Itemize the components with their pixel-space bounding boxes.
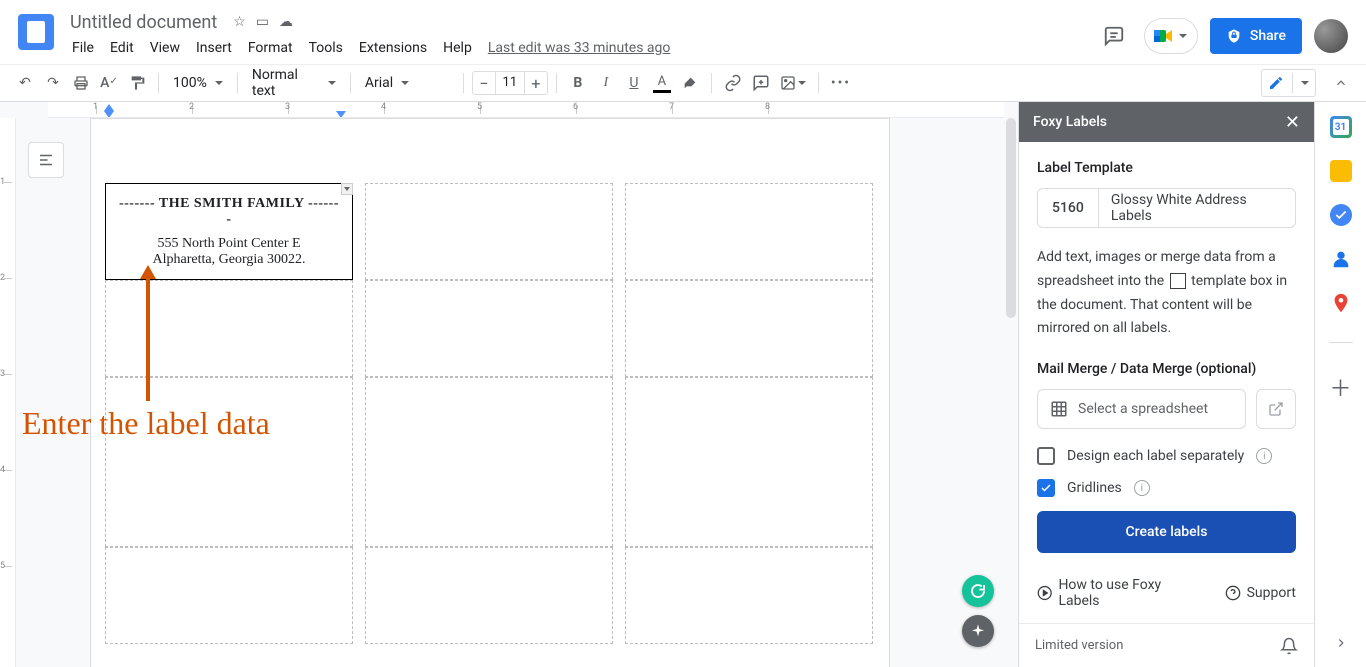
font-size-control: − 11 + bbox=[472, 71, 548, 95]
addon-sidebar: Foxy Labels ✕ Label Template 5160 Glossy… bbox=[1018, 102, 1314, 667]
label-cell[interactable] bbox=[625, 280, 873, 377]
app-header: Untitled document ☆ ▭ ☁ File Edit View I… bbox=[0, 0, 1366, 64]
side-panel-rail: 31 ＋ bbox=[1314, 102, 1366, 667]
info-icon[interactable]: i bbox=[1256, 448, 1272, 464]
insert-image-button[interactable] bbox=[776, 70, 810, 96]
highlight-button[interactable] bbox=[677, 70, 703, 96]
menu-view[interactable]: View bbox=[142, 36, 188, 60]
label-cell[interactable] bbox=[365, 280, 613, 377]
share-button[interactable]: Share bbox=[1210, 18, 1302, 54]
paragraph-style-dropdown[interactable]: Normal text bbox=[246, 67, 342, 99]
bold-button[interactable]: B bbox=[565, 70, 591, 96]
grammarly-icon[interactable] bbox=[962, 575, 994, 607]
font-size-value[interactable]: 11 bbox=[495, 72, 525, 94]
font-size-decrease[interactable]: − bbox=[473, 74, 495, 93]
label-cell[interactable] bbox=[625, 547, 873, 644]
label-cell[interactable] bbox=[365, 183, 613, 280]
menu-insert[interactable]: Insert bbox=[188, 36, 240, 60]
share-label: Share bbox=[1250, 28, 1286, 44]
outline-toggle-button[interactable] bbox=[28, 142, 64, 178]
calendar-icon[interactable]: 31 bbox=[1330, 116, 1352, 138]
support-link[interactable]: Support bbox=[1225, 577, 1296, 609]
label-cell[interactable] bbox=[625, 183, 873, 280]
menu-extensions[interactable]: Extensions bbox=[351, 36, 435, 60]
menu-help[interactable]: Help bbox=[435, 36, 480, 60]
insert-link-button[interactable] bbox=[720, 70, 746, 96]
sidebar-help-text: Add text, images or merge data from a sp… bbox=[1037, 246, 1296, 341]
vertical-ruler[interactable]: 1 2 3 4 5 bbox=[0, 118, 16, 667]
editing-mode-dropdown[interactable] bbox=[1261, 69, 1316, 97]
design-each-label: Design each label separately bbox=[1067, 448, 1244, 464]
document-title[interactable]: Untitled document bbox=[64, 12, 223, 33]
docs-logo[interactable] bbox=[18, 14, 54, 50]
howto-link[interactable]: How to use Foxy Labels bbox=[1037, 577, 1201, 609]
close-icon[interactable]: ✕ bbox=[1285, 112, 1300, 133]
gridlines-label: Gridlines bbox=[1067, 480, 1122, 496]
horizontal-ruler[interactable]: 1 2 3 4 5 6 7 8 bbox=[48, 102, 1004, 118]
design-each-checkbox[interactable] bbox=[1037, 447, 1055, 465]
font-size-increase[interactable]: + bbox=[525, 74, 547, 93]
section-mail-merge: Mail Merge / Data Merge (optional) bbox=[1037, 361, 1296, 377]
open-spreadsheet-button[interactable] bbox=[1256, 389, 1296, 429]
notifications-icon[interactable] bbox=[1280, 637, 1298, 655]
add-comment-button[interactable] bbox=[748, 70, 774, 96]
menu-bar: File Edit View Insert Format Tools Exten… bbox=[64, 34, 1096, 62]
template-code: 5160 bbox=[1038, 189, 1099, 227]
vertical-scrollbar[interactable] bbox=[1006, 118, 1016, 318]
menu-tools[interactable]: Tools bbox=[301, 36, 351, 60]
chevron-down-icon bbox=[1179, 34, 1187, 38]
redo-button[interactable]: ↷ bbox=[40, 70, 66, 96]
label-cell[interactable] bbox=[365, 547, 613, 644]
section-label-template: Label Template bbox=[1037, 160, 1296, 176]
label-cell[interactable] bbox=[105, 547, 353, 644]
hide-panel-button[interactable] bbox=[1327, 629, 1355, 657]
collapse-toolbar-button[interactable] bbox=[1328, 70, 1354, 96]
label-line1: ------- THE SMITH FAMILY ------- bbox=[118, 196, 340, 228]
underline-button[interactable]: U bbox=[621, 70, 647, 96]
info-icon[interactable]: i bbox=[1134, 480, 1150, 496]
more-tools-button[interactable]: ••• bbox=[827, 70, 855, 96]
paint-format-button[interactable] bbox=[124, 70, 150, 96]
undo-button[interactable]: ↶ bbox=[12, 70, 38, 96]
sidebar-footer-text: Limited version bbox=[1035, 638, 1123, 653]
menu-file[interactable]: File bbox=[64, 36, 102, 60]
tasks-icon[interactable] bbox=[1330, 204, 1352, 226]
label-cell[interactable] bbox=[365, 377, 613, 547]
cell-options-handle[interactable] bbox=[341, 183, 353, 195]
template-name: Glossy White Address Labels bbox=[1099, 192, 1295, 224]
text-color-button[interactable]: A bbox=[649, 70, 675, 96]
last-edit-link[interactable]: Last edit was 33 minutes ago bbox=[488, 40, 671, 56]
maps-icon[interactable] bbox=[1330, 292, 1352, 314]
font-dropdown[interactable]: Arial bbox=[359, 75, 455, 91]
select-spreadsheet-button[interactable]: Select a spreadsheet bbox=[1037, 389, 1246, 429]
create-labels-button[interactable]: Create labels bbox=[1037, 511, 1296, 553]
move-icon[interactable]: ▭ bbox=[256, 14, 269, 30]
template-selector[interactable]: 5160 Glossy White Address Labels bbox=[1037, 188, 1296, 228]
italic-button[interactable]: I bbox=[593, 70, 619, 96]
document-page[interactable]: ------- THE SMITH FAMILY ------- 555 Nor… bbox=[90, 118, 890, 667]
star-icon[interactable]: ☆ bbox=[233, 14, 246, 30]
print-button[interactable] bbox=[68, 70, 94, 96]
explore-icon[interactable] bbox=[962, 615, 994, 647]
toolbar: ↶ ↷ A✓ 100% Normal text Arial − 11 + B I… bbox=[0, 64, 1366, 102]
gridlines-checkbox[interactable] bbox=[1037, 479, 1055, 497]
label-line2: 555 North Point Center E bbox=[118, 236, 340, 252]
cloud-status-icon[interactable]: ☁ bbox=[279, 14, 293, 30]
template-box-icon bbox=[1170, 273, 1186, 289]
sidebar-title: Foxy Labels bbox=[1033, 114, 1107, 130]
annotation-text: Enter the label data bbox=[22, 405, 270, 442]
comments-icon[interactable] bbox=[1096, 18, 1132, 54]
zoom-dropdown[interactable]: 100% bbox=[167, 75, 229, 91]
annotation-arrow bbox=[138, 265, 158, 405]
menu-edit[interactable]: Edit bbox=[102, 36, 142, 60]
label-cell[interactable] bbox=[625, 377, 873, 547]
meet-button[interactable] bbox=[1144, 18, 1198, 54]
add-addon-button[interactable]: ＋ bbox=[1329, 371, 1351, 403]
contacts-icon[interactable] bbox=[1330, 248, 1352, 270]
menu-format[interactable]: Format bbox=[240, 36, 301, 60]
document-area: 1 2 3 4 5 6 7 8 1 2 3 4 5 bbox=[0, 102, 1018, 667]
account-avatar[interactable] bbox=[1314, 19, 1348, 53]
keep-icon[interactable] bbox=[1330, 160, 1352, 182]
spellcheck-button[interactable]: A✓ bbox=[96, 70, 122, 96]
